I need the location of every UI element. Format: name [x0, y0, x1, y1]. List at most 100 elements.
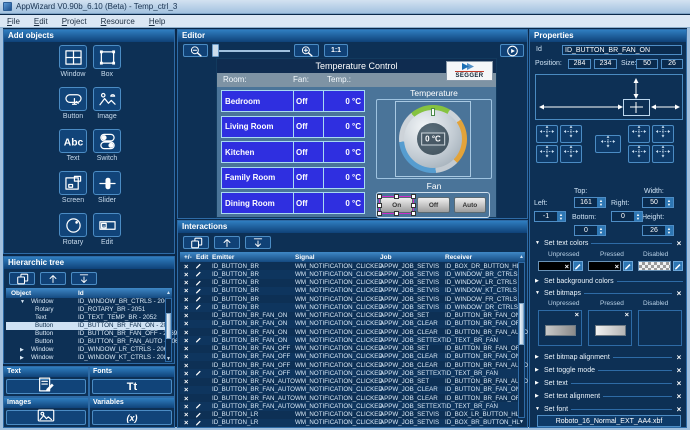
tree-row[interactable]: ▶ Window ID_WINDOW_KT_CTRLS - 2081 — [6, 354, 165, 362]
spinner-icon[interactable]: ▲▼ — [597, 226, 605, 235]
selection-handle[interactable] — [411, 203, 416, 208]
edit-pencil-icon[interactable] — [195, 419, 202, 428]
triangle-right-icon[interactable]: ▶ — [535, 278, 541, 284]
position-y-field[interactable]: 234 — [594, 59, 617, 69]
delete-icon[interactable]: × — [184, 411, 188, 418]
menu-file[interactable]: File — [0, 17, 27, 26]
menu-help[interactable]: Help — [142, 17, 172, 26]
tree-row[interactable]: Text ID_TEXT_TEMP_BR - 2052 — [6, 314, 165, 322]
clear-color-icon[interactable]: × — [615, 263, 619, 270]
rotary-knob[interactable]: 0 °C — [395, 101, 471, 177]
alignment-button[interactable] — [560, 125, 582, 143]
alignment-button[interactable] — [560, 145, 582, 163]
pick-color-button[interactable] — [623, 261, 633, 271]
height-field[interactable]: 26 ▲▼ — [642, 225, 674, 236]
menu-project[interactable]: Project — [55, 17, 94, 26]
delete-icon[interactable]: × — [184, 279, 188, 286]
interaction-row[interactable]: × ID_BUTTON_BR_FAN_ON WM_NOTIFICATION_CL… — [180, 312, 518, 320]
pick-color-button[interactable] — [573, 261, 583, 271]
slider-icon[interactable] — [93, 171, 121, 195]
clear-color-icon[interactable]: × — [565, 263, 569, 270]
interaction-row[interactable]: × ID_BUTTON_BR_FAN_OFF WM_NOTIFICATION_C… — [180, 369, 518, 377]
box-icon[interactable] — [93, 45, 121, 69]
alignment-button[interactable] — [628, 145, 650, 163]
font-select-button[interactable]: Roboto_16_Normal_EXT_AA4.xbf — [537, 415, 681, 427]
delete-icon[interactable]: × — [184, 320, 188, 327]
section-set-font[interactable]: ▼ Set font × — [535, 404, 683, 414]
text-color-disabled-swatch[interactable] — [638, 261, 671, 271]
section-toggle-mode[interactable]: ▶ Set toggle mode × — [535, 365, 683, 375]
bottom-field[interactable]: 0 ▲▼ — [574, 225, 606, 236]
zoom-in-button[interactable] — [294, 44, 319, 57]
bitmap-disabled-slot[interactable] — [638, 310, 682, 346]
spinner-icon[interactable]: ▲▼ — [634, 212, 642, 221]
section-set-text[interactable]: ▶ Set text × — [535, 378, 683, 388]
bitmap-unpressed-slot[interactable]: × — [538, 310, 582, 346]
triangle-down-icon[interactable]: ▼ — [535, 240, 541, 246]
selection-handle[interactable] — [377, 194, 382, 199]
size-h-field[interactable]: 26 — [661, 59, 683, 69]
room-row[interactable]: Dining Room Off 0 °C — [221, 192, 365, 214]
tree-col-id[interactable]: Id — [78, 290, 84, 297]
col-receiver[interactable]: Receiver — [445, 254, 472, 261]
col-emitter[interactable]: Emitter — [212, 254, 234, 261]
interaction-row[interactable]: × ID_BUTTON_BR WM_NOTIFICATION_CLICKED A… — [180, 295, 518, 303]
room-row[interactable]: Kitchen Off 0 °C — [221, 141, 365, 163]
interaction-row[interactable]: × ID_BUTTON_LR WM_NOTIFICATION_CLICKED A… — [180, 411, 518, 419]
delete-icon[interactable]: × — [184, 329, 188, 336]
interaction-row[interactable]: × ID_BUTTON_LR WM_NOTIFICATION_CLICKED A… — [180, 419, 518, 427]
chevron-right-icon[interactable]: ▶ — [20, 347, 24, 353]
fan-button[interactable]: Off — [417, 197, 449, 213]
pick-color-button[interactable] — [673, 261, 683, 271]
fan-button[interactable]: Auto — [454, 197, 486, 213]
section-text-colors[interactable]: ▼ Set text colors × — [535, 238, 683, 248]
chevron-right-icon[interactable]: ▶ — [20, 355, 24, 361]
alignment-button[interactable] — [536, 125, 558, 143]
tree-export-button[interactable] — [40, 272, 66, 285]
id-field[interactable]: ID_BUTTON_BR_FAN_ON — [562, 45, 682, 55]
delete-icon[interactable]: × — [184, 287, 188, 294]
menu-resource[interactable]: Resource — [94, 17, 142, 26]
add-object-switch[interactable]: Switch — [92, 129, 122, 162]
col-edit[interactable]: Edit — [196, 254, 208, 261]
add-object-screen[interactable]: Screen — [58, 171, 88, 204]
section-bitmaps[interactable]: ▼ Set bitmaps × — [535, 288, 683, 298]
delete-icon[interactable]: × — [184, 395, 188, 402]
add-object-box[interactable]: Box — [92, 45, 122, 78]
play-button[interactable] — [500, 44, 524, 57]
menu-edit[interactable]: Edit — [27, 17, 55, 26]
interactions-scrollbar[interactable] — [518, 262, 525, 418]
tree-col-object[interactable]: Object — [11, 290, 31, 297]
alignment-button[interactable] — [536, 145, 558, 163]
col-job[interactable]: Job — [380, 254, 392, 261]
alignment-button[interactable] — [652, 145, 674, 163]
anchor-diagram[interactable] — [535, 74, 683, 120]
triangle-right-icon[interactable]: ▶ — [535, 380, 541, 386]
interaction-row[interactable]: × ID_BUTTON_BR_FAN_ON WM_NOTIFICATION_CL… — [180, 336, 518, 344]
clear-bitmap-icon[interactable]: × — [575, 311, 579, 318]
section-close-icon[interactable]: × — [675, 353, 683, 362]
interactions-copy-button[interactable] — [183, 236, 209, 249]
tree-row[interactable]: Rotary ID_ROTARY_BR - 2051 — [6, 306, 165, 314]
tree-copy-button[interactable] — [9, 272, 35, 285]
interaction-row[interactable]: × ID_BUTTON_BR_FAN_AUTO WM_NOTIFICATION_… — [180, 378, 518, 386]
spinner-icon[interactable]: ▲▼ — [665, 198, 673, 207]
section-close-icon[interactable]: × — [675, 289, 683, 298]
interaction-row[interactable]: × ID_BUTTON_BR_FAN_AUTO WM_NOTIFICATION_… — [180, 402, 518, 410]
delete-icon[interactable]: × — [184, 353, 188, 360]
interaction-row[interactable]: × ID_BUTTON_BR WM_NOTIFICATION_CLICKED A… — [180, 303, 518, 311]
interactions-scroll-thumb[interactable] — [519, 303, 524, 345]
interaction-row[interactable]: × ID_BUTTON_BR_FAN_OFF WM_NOTIFICATION_C… — [180, 345, 518, 353]
interaction-row[interactable]: × ID_BUTTON_BR_FAN_AUTO WM_NOTIFICATION_… — [180, 386, 518, 394]
tree-scroll-down-icon[interactable]: ▼ — [165, 356, 172, 362]
tree-row[interactable]: Button ID_BUTTON_BR_FAN_AUTO - 2068 — [6, 338, 165, 346]
size-w-field[interactable]: 50 — [636, 59, 658, 69]
tree-row[interactable]: ▼ Window ID_WINDOW_BR_CTRLS - 2061 — [6, 298, 165, 306]
text-color-pressed-swatch[interactable]: × — [588, 261, 621, 271]
delete-icon[interactable]: × — [184, 296, 188, 303]
interaction-row[interactable]: × ID_BUTTON_BR_FAN_OFF WM_NOTIFICATION_C… — [180, 361, 518, 369]
delete-icon[interactable]: × — [184, 304, 188, 311]
interactions-export-button[interactable] — [214, 236, 240, 249]
section-close-icon[interactable]: × — [675, 379, 683, 388]
delete-icon[interactable]: × — [184, 370, 188, 377]
